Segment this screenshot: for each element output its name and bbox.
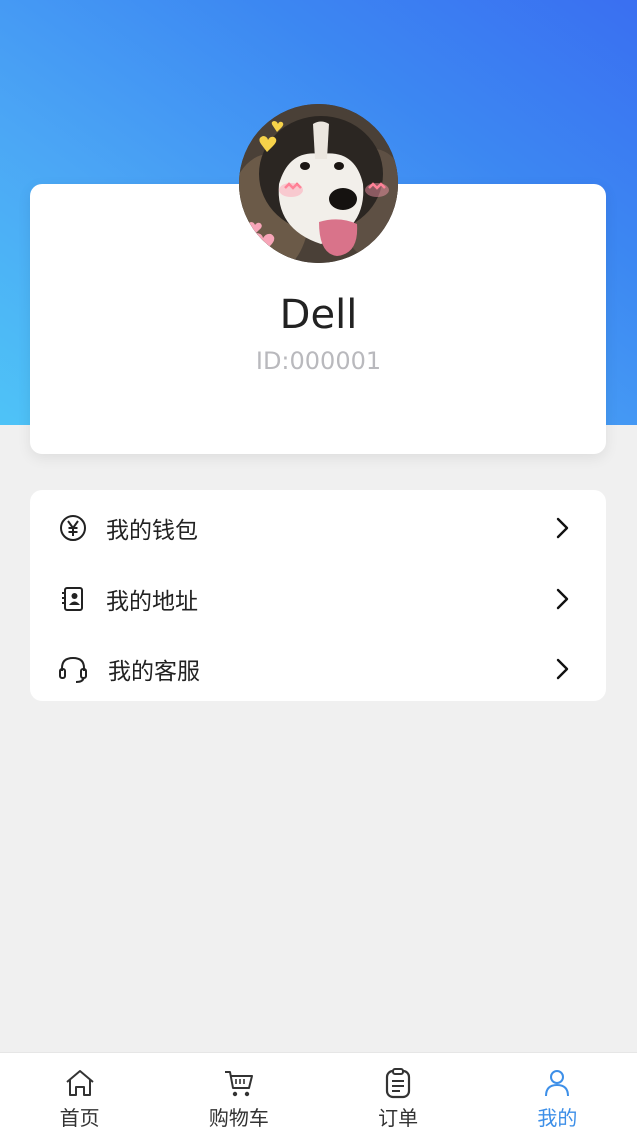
chevron-right-icon bbox=[554, 658, 572, 680]
user-name: Dell bbox=[279, 292, 358, 338]
cart-icon bbox=[224, 1071, 253, 1097]
tab-label: 订单 bbox=[378, 1106, 419, 1130]
menu-item-label: 我的地址 bbox=[106, 589, 198, 615]
menu-card: 我的钱包 我的地址 我的客服 bbox=[30, 490, 606, 701]
tab-cart[interactable]: 购物车 bbox=[159, 1053, 318, 1138]
tab-label: 购物车 bbox=[208, 1106, 269, 1130]
address-book-icon bbox=[58, 584, 88, 614]
dog-photo-image bbox=[239, 104, 398, 263]
clipboard-icon bbox=[386, 1068, 411, 1099]
tab-label: 首页 bbox=[59, 1106, 100, 1130]
avatar[interactable] bbox=[239, 104, 398, 263]
menu-item-customer-service[interactable]: 我的客服 bbox=[30, 634, 606, 704]
user-icon bbox=[545, 1070, 570, 1097]
yen-coin-icon bbox=[58, 513, 88, 543]
tab-orders[interactable]: 订单 bbox=[319, 1053, 478, 1138]
tab-home[interactable]: 首页 bbox=[0, 1053, 159, 1138]
menu-item-wallet[interactable]: 我的钱包 bbox=[30, 493, 606, 563]
menu-item-label: 我的客服 bbox=[108, 659, 200, 685]
home-icon bbox=[65, 1070, 94, 1096]
chevron-right-icon bbox=[554, 517, 572, 539]
user-id: ID:000001 bbox=[255, 347, 382, 375]
chevron-right-icon bbox=[554, 588, 572, 610]
tab-label: 我的 bbox=[537, 1106, 578, 1130]
menu-item-address[interactable]: 我的地址 bbox=[30, 564, 606, 634]
headset-icon bbox=[58, 654, 88, 684]
bottom-tab-bar: 首页 购物车 订单 我的 bbox=[0, 1052, 637, 1138]
tab-mine[interactable]: 我的 bbox=[478, 1053, 637, 1138]
menu-item-label: 我的钱包 bbox=[106, 518, 198, 544]
